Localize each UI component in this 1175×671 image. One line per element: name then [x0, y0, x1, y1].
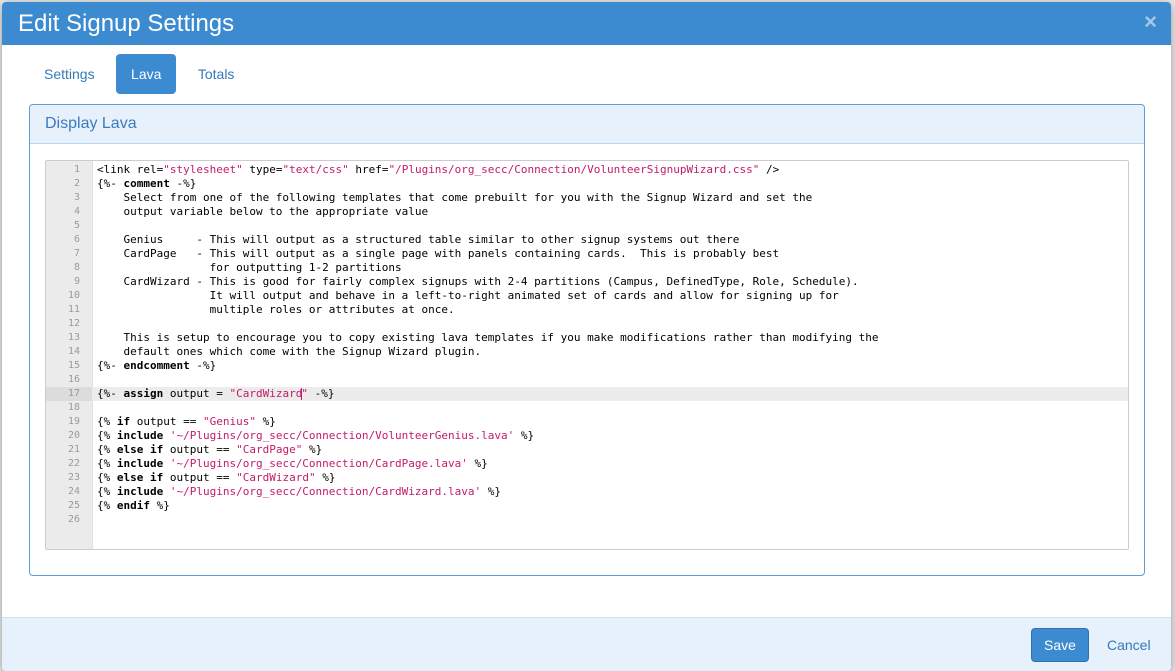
- code-line: 20 {% include '~/Plugins/org_secc/Connect…: [46, 429, 1128, 443]
- code-text: CardPage - This will output as a single …: [97, 247, 780, 260]
- code-line: 24 {% include '~/Plugins/org_secc/Connect…: [46, 485, 1128, 499]
- code-text: multiple roles or attributes at once.: [97, 303, 455, 316]
- code-text: {% include '~/Plugins/org_secc/Connectio…: [97, 485, 501, 498]
- line-number: 23: [67, 472, 80, 483]
- code-line: 23 {% else if output == "CardWizard" %}: [46, 471, 1128, 485]
- code-line: 4 output variable below to the appropria…: [46, 205, 1128, 219]
- code-line: 16: [46, 373, 1128, 387]
- code-text: {%- endcomment -%}: [97, 359, 217, 372]
- code-line: 10 It will output and behave in a left-t…: [46, 289, 1128, 303]
- line-number: 8: [73, 262, 80, 273]
- code-text: {% include '~/Plugins/org_secc/Connectio…: [97, 429, 535, 442]
- code-text: {% else if output == "CardWizard" %}: [97, 471, 336, 484]
- code-line: 25 {% endif %}: [46, 499, 1128, 513]
- panel-heading: Display Lava: [30, 105, 1144, 144]
- code-text: CardWizard - This is good for fairly com…: [97, 275, 859, 288]
- code-line: 12: [46, 317, 1128, 331]
- text-cursor: [301, 388, 303, 400]
- code-text: default ones which come with the Signup …: [97, 345, 482, 358]
- code-text: It will output and behave in a left-to-r…: [97, 289, 839, 302]
- line-number: 16: [67, 374, 80, 385]
- code-line: 1 <link rel="stylesheet" type="text/css" …: [46, 163, 1128, 177]
- line-number: 21: [67, 444, 80, 455]
- code-text: output variable below to the appropriate…: [97, 205, 429, 218]
- line-number: 15: [67, 360, 80, 371]
- code-text: {%- assign output = "CardWizard" -%}: [97, 387, 335, 400]
- line-number: 25: [67, 500, 80, 511]
- line-number: 17: [46, 387, 92, 401]
- code-line: 15 {%- endcomment -%}: [46, 359, 1128, 373]
- line-number: 22: [67, 458, 80, 469]
- line-number: 7: [73, 248, 80, 259]
- line-number: 12: [67, 318, 80, 329]
- tab-bar: Settings Lava Totals: [29, 54, 251, 94]
- line-number: 24: [67, 486, 80, 497]
- display-lava-panel: Display Lava 1 <link rel="stylesheet" typ…: [29, 104, 1145, 576]
- line-number: 1: [73, 164, 80, 175]
- tab-totals[interactable]: Totals: [183, 54, 250, 94]
- code-line: 6 Genius - This will output as a structu…: [46, 233, 1128, 247]
- code-text: {% if output == "Genius" %}: [97, 415, 276, 428]
- line-number: 5: [73, 220, 80, 231]
- modal-title: Edit Signup Settings: [18, 10, 235, 37]
- code-text: for outputting 1-2 partitions: [97, 261, 402, 274]
- code-line: 19 {% if output == "Genius" %}: [46, 415, 1128, 429]
- line-number: 9: [73, 276, 80, 287]
- line-number: 10: [67, 290, 80, 301]
- code-text: {%- comment -%}: [97, 177, 197, 190]
- code-line: 14 default ones which come with the Sign…: [46, 345, 1128, 359]
- edit-signup-settings-modal: Edit Signup Settings × Settings Lava Tot…: [2, 2, 1171, 671]
- line-number: 20: [67, 430, 80, 441]
- line-number: 2: [73, 178, 80, 189]
- code-line: 21 {% else if output == "CardPage" %}: [46, 443, 1128, 457]
- code-line: 17 {%- assign output = "CardWizard" -%}: [46, 387, 1128, 401]
- modal-footer: Save Cancel: [2, 617, 1171, 671]
- line-number: 11: [67, 304, 80, 315]
- close-icon[interactable]: ×: [1144, 11, 1157, 33]
- line-number: 4: [73, 206, 80, 217]
- code-text: {% else if output == "CardPage" %}: [97, 443, 323, 456]
- code-text: <link rel="stylesheet" type="text/css" h…: [97, 163, 780, 176]
- code-area[interactable]: 1 <link rel="stylesheet" type="text/css" …: [46, 163, 1128, 527]
- code-text: {% endif %}: [97, 499, 170, 512]
- code-line: 13 This is setup to encourage you to cop…: [46, 331, 1128, 345]
- line-number: 26: [67, 514, 80, 525]
- code-line: 5: [46, 219, 1128, 233]
- code-line: 26: [46, 513, 1128, 527]
- line-number: 14: [67, 346, 80, 357]
- line-number: 6: [73, 234, 80, 245]
- code-editor[interactable]: 1 <link rel="stylesheet" type="text/css" …: [45, 160, 1129, 550]
- code-line: 7 CardPage - This will output as a singl…: [46, 247, 1128, 261]
- code-text: {% include '~/Plugins/org_secc/Connectio…: [97, 457, 488, 470]
- code-line: 8 for outputting 1-2 partitions: [46, 261, 1128, 275]
- code-text: This is setup to encourage you to copy e…: [97, 331, 879, 344]
- code-line: 18: [46, 401, 1128, 415]
- code-line: 2 {%- comment -%}: [46, 177, 1128, 191]
- line-number: 3: [73, 192, 80, 203]
- save-button[interactable]: Save: [1031, 628, 1089, 662]
- code-text: Select from one of the following templat…: [97, 191, 813, 204]
- code-line: 22 {% include '~/Plugins/org_secc/Connect…: [46, 457, 1128, 471]
- code-line: 11 multiple roles or attributes at once.: [46, 303, 1128, 317]
- code-text: Genius - This will output as a structure…: [97, 233, 740, 246]
- tab-lava[interactable]: Lava: [116, 54, 177, 94]
- code-line: 9 CardWizard - This is good for fairly c…: [46, 275, 1128, 289]
- modal-header: Edit Signup Settings ×: [2, 2, 1171, 45]
- line-number: 13: [67, 332, 80, 343]
- code-line: 3 Select from one of the following templ…: [46, 191, 1128, 205]
- line-number: 18: [67, 402, 80, 413]
- tab-settings[interactable]: Settings: [29, 54, 110, 94]
- line-number: 19: [67, 416, 80, 427]
- cancel-button[interactable]: Cancel: [1105, 628, 1153, 662]
